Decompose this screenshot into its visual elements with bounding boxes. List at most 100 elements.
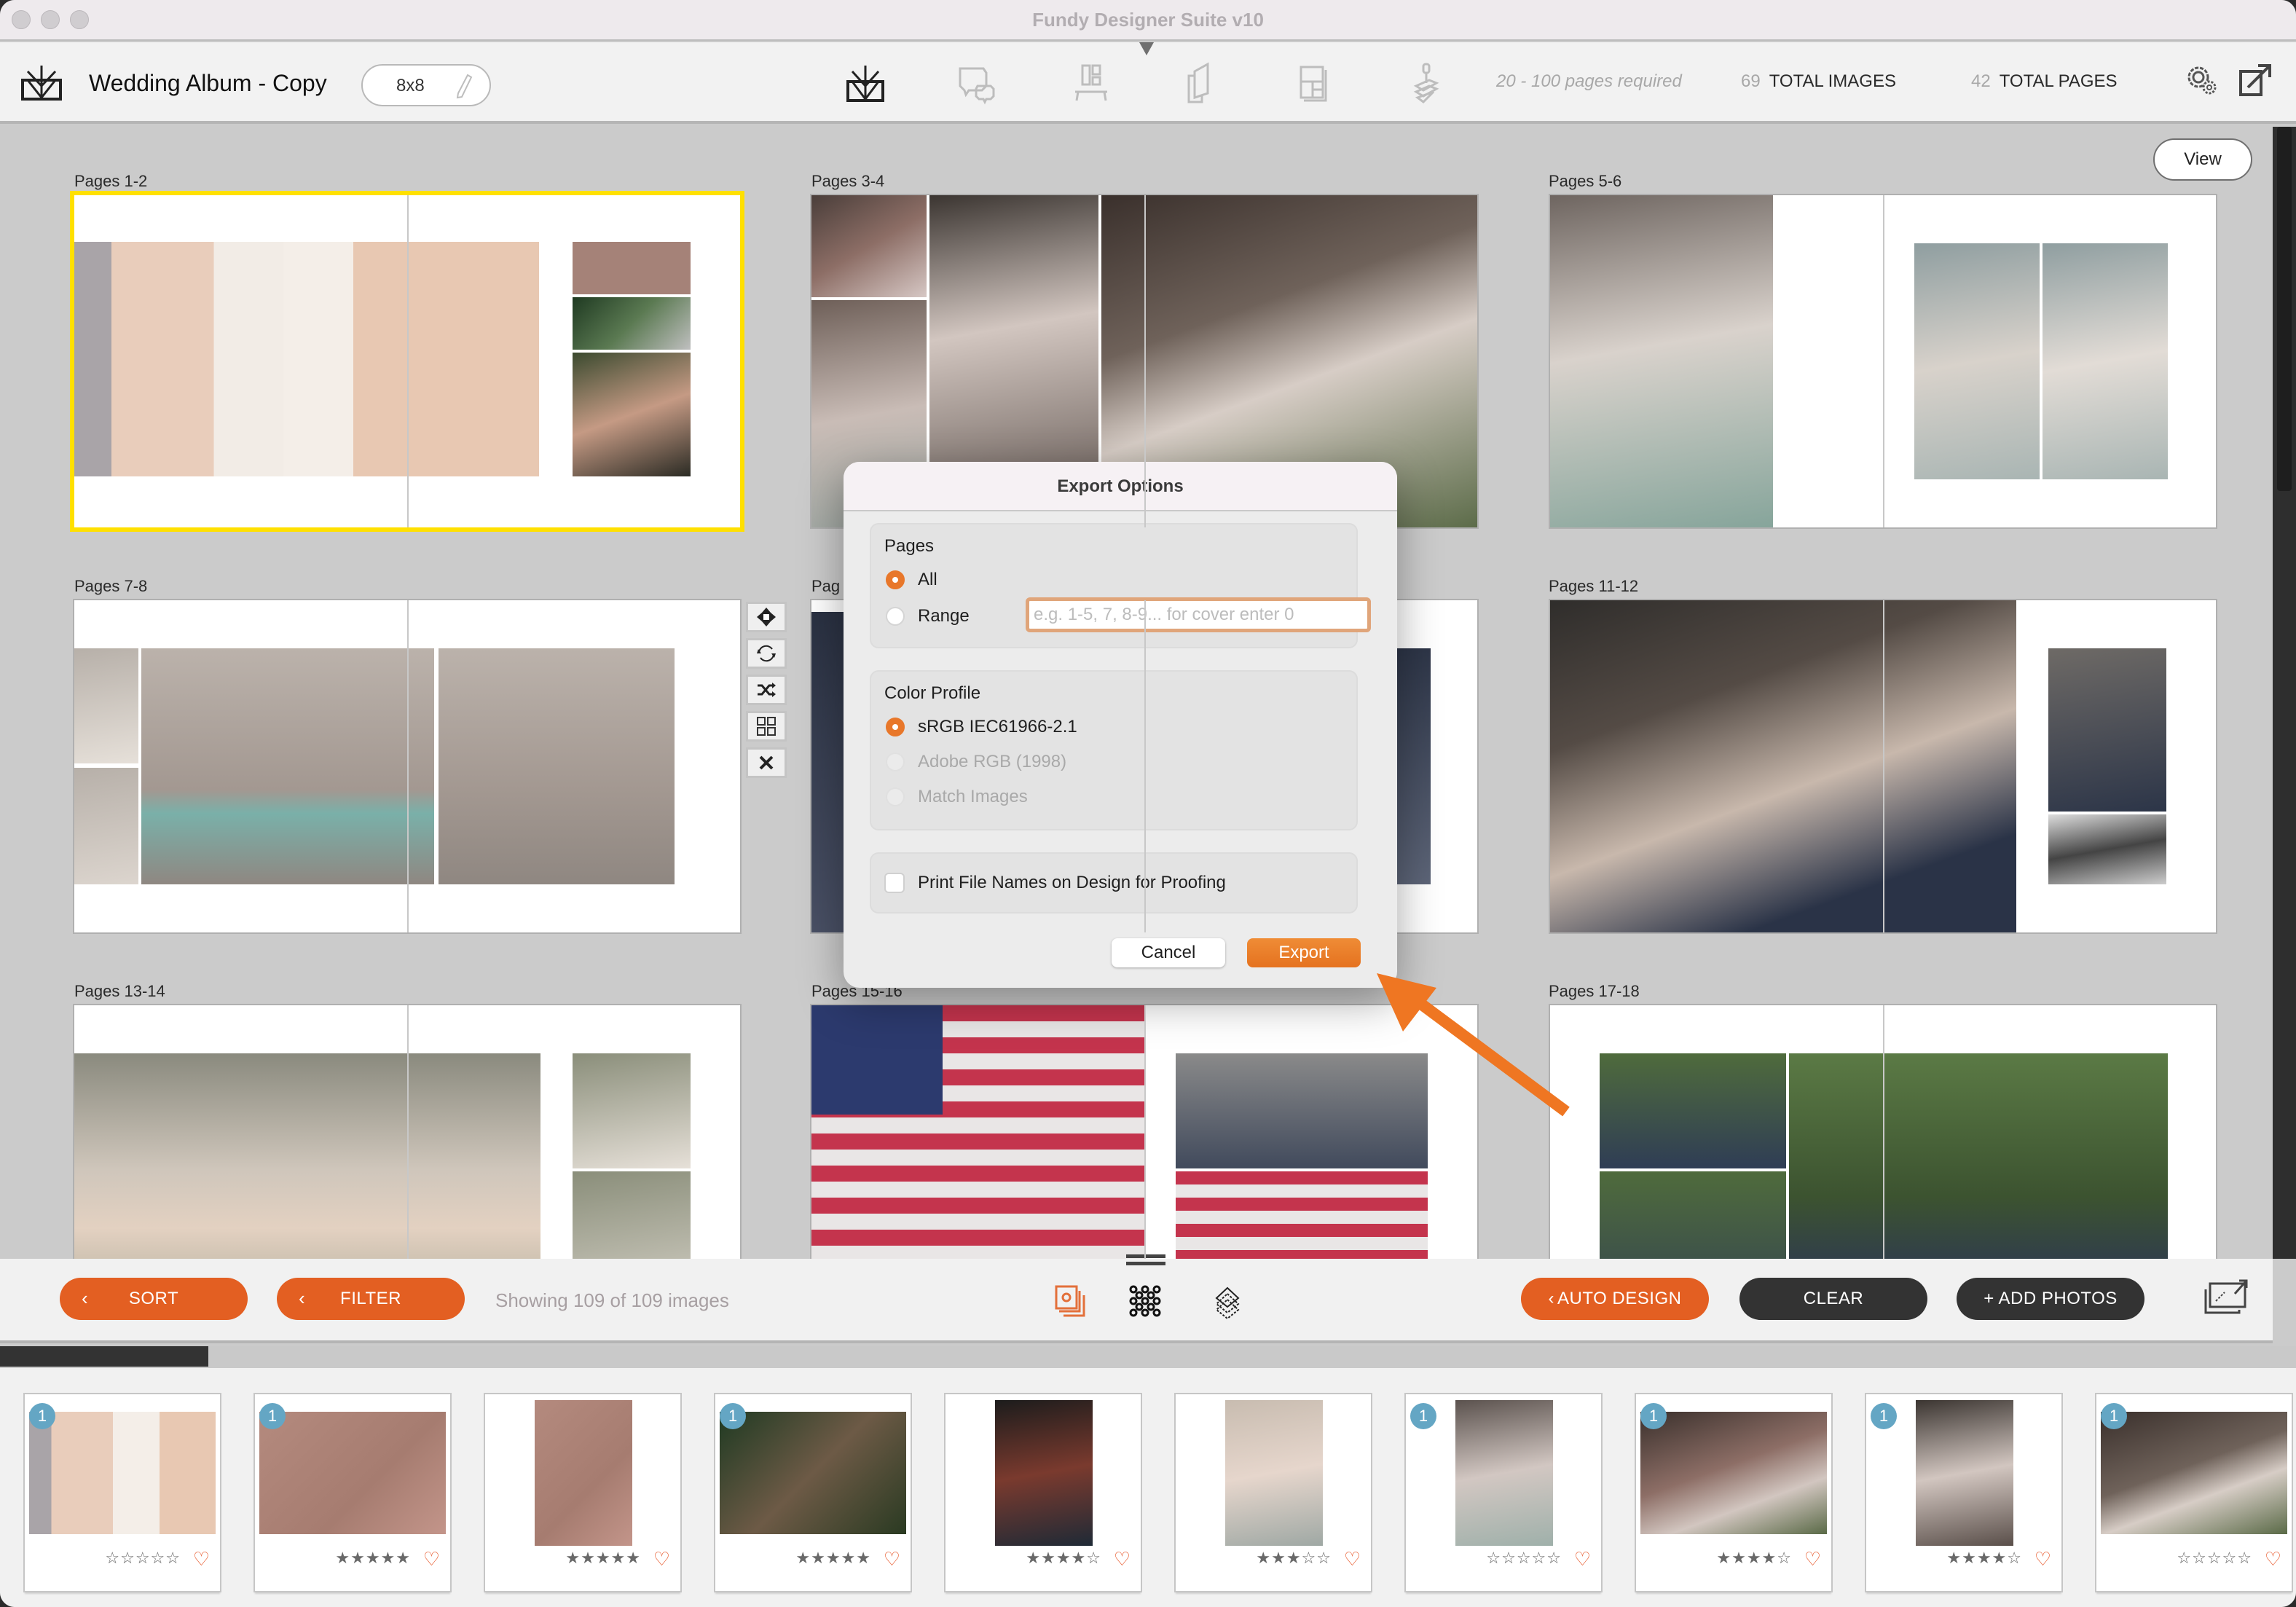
photo-bride-porch-2[interactable] bbox=[573, 1171, 691, 1259]
filmstrip-card[interactable]: ★★★★☆ ♡ bbox=[944, 1393, 1142, 1592]
rotate-tool-button[interactable] bbox=[746, 638, 787, 669]
album-size-button[interactable]: 8x8 bbox=[361, 64, 491, 106]
filmstrip-card[interactable]: 1 ☆☆☆☆☆ ♡ bbox=[2095, 1393, 2293, 1592]
star-rating[interactable]: ★★★★★ bbox=[715, 1549, 871, 1568]
photo-bridesmaids[interactable] bbox=[74, 1053, 540, 1259]
filmstrip-card[interactable]: 1 ★★★★★ ♡ bbox=[714, 1393, 912, 1592]
drag-handle-icon[interactable] bbox=[1126, 1253, 1165, 1268]
photo-bride-porch[interactable] bbox=[573, 1053, 691, 1168]
spread-pages-13-14[interactable] bbox=[73, 1004, 742, 1259]
photo-dresses-on-hangers[interactable] bbox=[74, 242, 539, 476]
photo-bride-dress[interactable] bbox=[2043, 243, 2168, 479]
wall-art-icon[interactable] bbox=[1069, 61, 1113, 105]
thumbnail-image[interactable] bbox=[259, 1412, 446, 1534]
spread-pages-17-18[interactable] bbox=[1549, 1004, 2217, 1259]
auto-design-button[interactable]: ‹ AUTO DESIGN bbox=[1521, 1278, 1709, 1320]
photo-ring-leaves[interactable] bbox=[573, 297, 691, 350]
star-rating[interactable]: ★★★★★ bbox=[485, 1549, 641, 1568]
pages-range-option[interactable]: Range bbox=[886, 606, 970, 626]
photo-bride-earring[interactable] bbox=[1914, 243, 2040, 479]
photo-groomsmen-flag[interactable] bbox=[1176, 1053, 1428, 1168]
cards-icon[interactable] bbox=[1180, 61, 1224, 105]
favorite-heart-icon[interactable]: ♡ bbox=[2034, 1548, 2051, 1571]
thumbnail-image[interactable] bbox=[995, 1400, 1093, 1546]
grid-tool-button[interactable] bbox=[746, 711, 787, 742]
spread-pages-11-12[interactable] bbox=[1549, 599, 2217, 934]
spread-pages-5-6[interactable] bbox=[1549, 194, 2217, 529]
image-bin-view-icon[interactable] bbox=[1053, 1284, 1090, 1320]
layout-icon[interactable] bbox=[1292, 61, 1336, 105]
move-tool-button[interactable] bbox=[746, 602, 787, 632]
thumbnail-image[interactable] bbox=[29, 1412, 216, 1534]
clear-button[interactable]: CLEAR bbox=[1739, 1278, 1927, 1320]
favorite-heart-icon[interactable]: ♡ bbox=[653, 1548, 670, 1571]
favorite-heart-icon[interactable]: ♡ bbox=[1804, 1548, 1821, 1571]
favorite-heart-icon[interactable]: ♡ bbox=[423, 1548, 440, 1571]
thumbnail-image[interactable] bbox=[720, 1412, 906, 1534]
thumbnail-image[interactable] bbox=[1916, 1400, 2013, 1546]
page-range-input[interactable] bbox=[1026, 597, 1371, 632]
view-button[interactable]: View bbox=[2153, 138, 2252, 181]
star-rating[interactable]: ★★★★★ bbox=[255, 1549, 411, 1568]
filmstrip-card[interactable]: 1 ☆☆☆☆☆ ♡ bbox=[1404, 1393, 1603, 1592]
photo-father-first-look[interactable] bbox=[141, 648, 434, 884]
settings-gear-icon[interactable] bbox=[2184, 63, 2220, 99]
proofing-checkbox[interactable] bbox=[884, 873, 905, 893]
export-button[interactable]: Export bbox=[1247, 938, 1361, 967]
filmstrip-card[interactable]: 1 ★★★★★ ♡ bbox=[253, 1393, 452, 1592]
proofing-option[interactable]: Print File Names on Design for Proofing bbox=[884, 873, 1226, 893]
album-design-icon[interactable] bbox=[844, 61, 887, 105]
favorite-heart-icon[interactable]: ♡ bbox=[193, 1548, 210, 1571]
photo-ring-jewelry[interactable] bbox=[573, 242, 691, 294]
layers-icon[interactable] bbox=[1209, 1285, 1246, 1321]
pages-range-radio[interactable] bbox=[886, 607, 905, 626]
thumbnail-image[interactable] bbox=[2101, 1412, 2287, 1534]
thumbnail-image[interactable] bbox=[1225, 1400, 1323, 1546]
photo-groom[interactable] bbox=[811, 612, 845, 932]
photo-hands-ring[interactable] bbox=[573, 353, 691, 476]
tools-icon[interactable] bbox=[1404, 61, 1448, 105]
photo-bride-with-mother[interactable] bbox=[811, 195, 927, 297]
thumbnail-image[interactable] bbox=[1640, 1412, 1827, 1534]
add-photos-button[interactable]: + ADD PHOTOS bbox=[1957, 1278, 2144, 1320]
spread-pages-1-2[interactable] bbox=[70, 191, 744, 532]
color-srgb-radio[interactable] bbox=[886, 718, 905, 736]
photo-cufflinks[interactable] bbox=[2048, 814, 2166, 884]
photo-groomsmen-jump[interactable] bbox=[1600, 1053, 1786, 1168]
star-rating[interactable]: ★★★★☆ bbox=[1866, 1549, 2022, 1568]
filmstrip-card[interactable]: ★★★★★ ♡ bbox=[484, 1393, 682, 1592]
star-rating[interactable]: ☆☆☆☆☆ bbox=[2096, 1549, 2252, 1568]
pages-all-radio[interactable] bbox=[886, 570, 905, 589]
color-srgb-option[interactable]: sRGB IEC61966-2.1 bbox=[886, 717, 1077, 737]
canvas-scrollbar-thumb[interactable] bbox=[2277, 127, 2292, 491]
photo-groom-pair-flag[interactable] bbox=[1176, 1171, 1428, 1259]
star-rating[interactable]: ★★★★☆ bbox=[945, 1549, 1101, 1568]
photo-bride-portrait[interactable] bbox=[1550, 195, 1773, 527]
favorite-heart-icon[interactable]: ♡ bbox=[1574, 1548, 1591, 1571]
filmstrip-card[interactable]: 1 ☆☆☆☆☆ ♡ bbox=[23, 1393, 221, 1592]
star-rating[interactable]: ★★★☆☆ bbox=[1176, 1549, 1332, 1568]
sort-button[interactable]: ‹ SORT bbox=[60, 1278, 248, 1320]
star-rating[interactable]: ☆☆☆☆☆ bbox=[25, 1549, 181, 1568]
photo-father-hug[interactable] bbox=[439, 648, 675, 884]
favorite-heart-icon[interactable]: ♡ bbox=[1114, 1548, 1131, 1571]
shuffle-tool-button[interactable] bbox=[746, 675, 787, 705]
favorite-heart-icon[interactable]: ♡ bbox=[1344, 1548, 1361, 1571]
grid-dots-icon[interactable] bbox=[1129, 1285, 1165, 1321]
spread-pages-15-16[interactable] bbox=[810, 1004, 1479, 1259]
image-bin-scrollbar[interactable] bbox=[0, 1346, 2296, 1368]
star-rating[interactable]: ☆☆☆☆☆ bbox=[1406, 1549, 1562, 1568]
image-bin-scrollbar-thumb[interactable] bbox=[0, 1346, 208, 1367]
thumbnail-image[interactable] bbox=[535, 1400, 632, 1546]
filmstrip-card[interactable]: 1 ★★★★☆ ♡ bbox=[1635, 1393, 1833, 1592]
proofing-chat-icon[interactable] bbox=[954, 61, 998, 105]
photo-groom-reading-letter[interactable] bbox=[1550, 600, 2016, 932]
spread-pages-7-8[interactable] bbox=[73, 599, 742, 934]
photo-groomsmen-willow[interactable] bbox=[1789, 1053, 2168, 1259]
delete-tool-button[interactable] bbox=[746, 747, 787, 778]
favorite-heart-icon[interactable]: ♡ bbox=[2265, 1548, 2281, 1571]
photo-dress-detail[interactable] bbox=[74, 648, 138, 763]
fundy-logo-icon[interactable] bbox=[20, 64, 63, 101]
album-name[interactable]: Wedding Album - Copy bbox=[89, 70, 327, 97]
favorite-heart-icon[interactable]: ♡ bbox=[884, 1548, 900, 1571]
